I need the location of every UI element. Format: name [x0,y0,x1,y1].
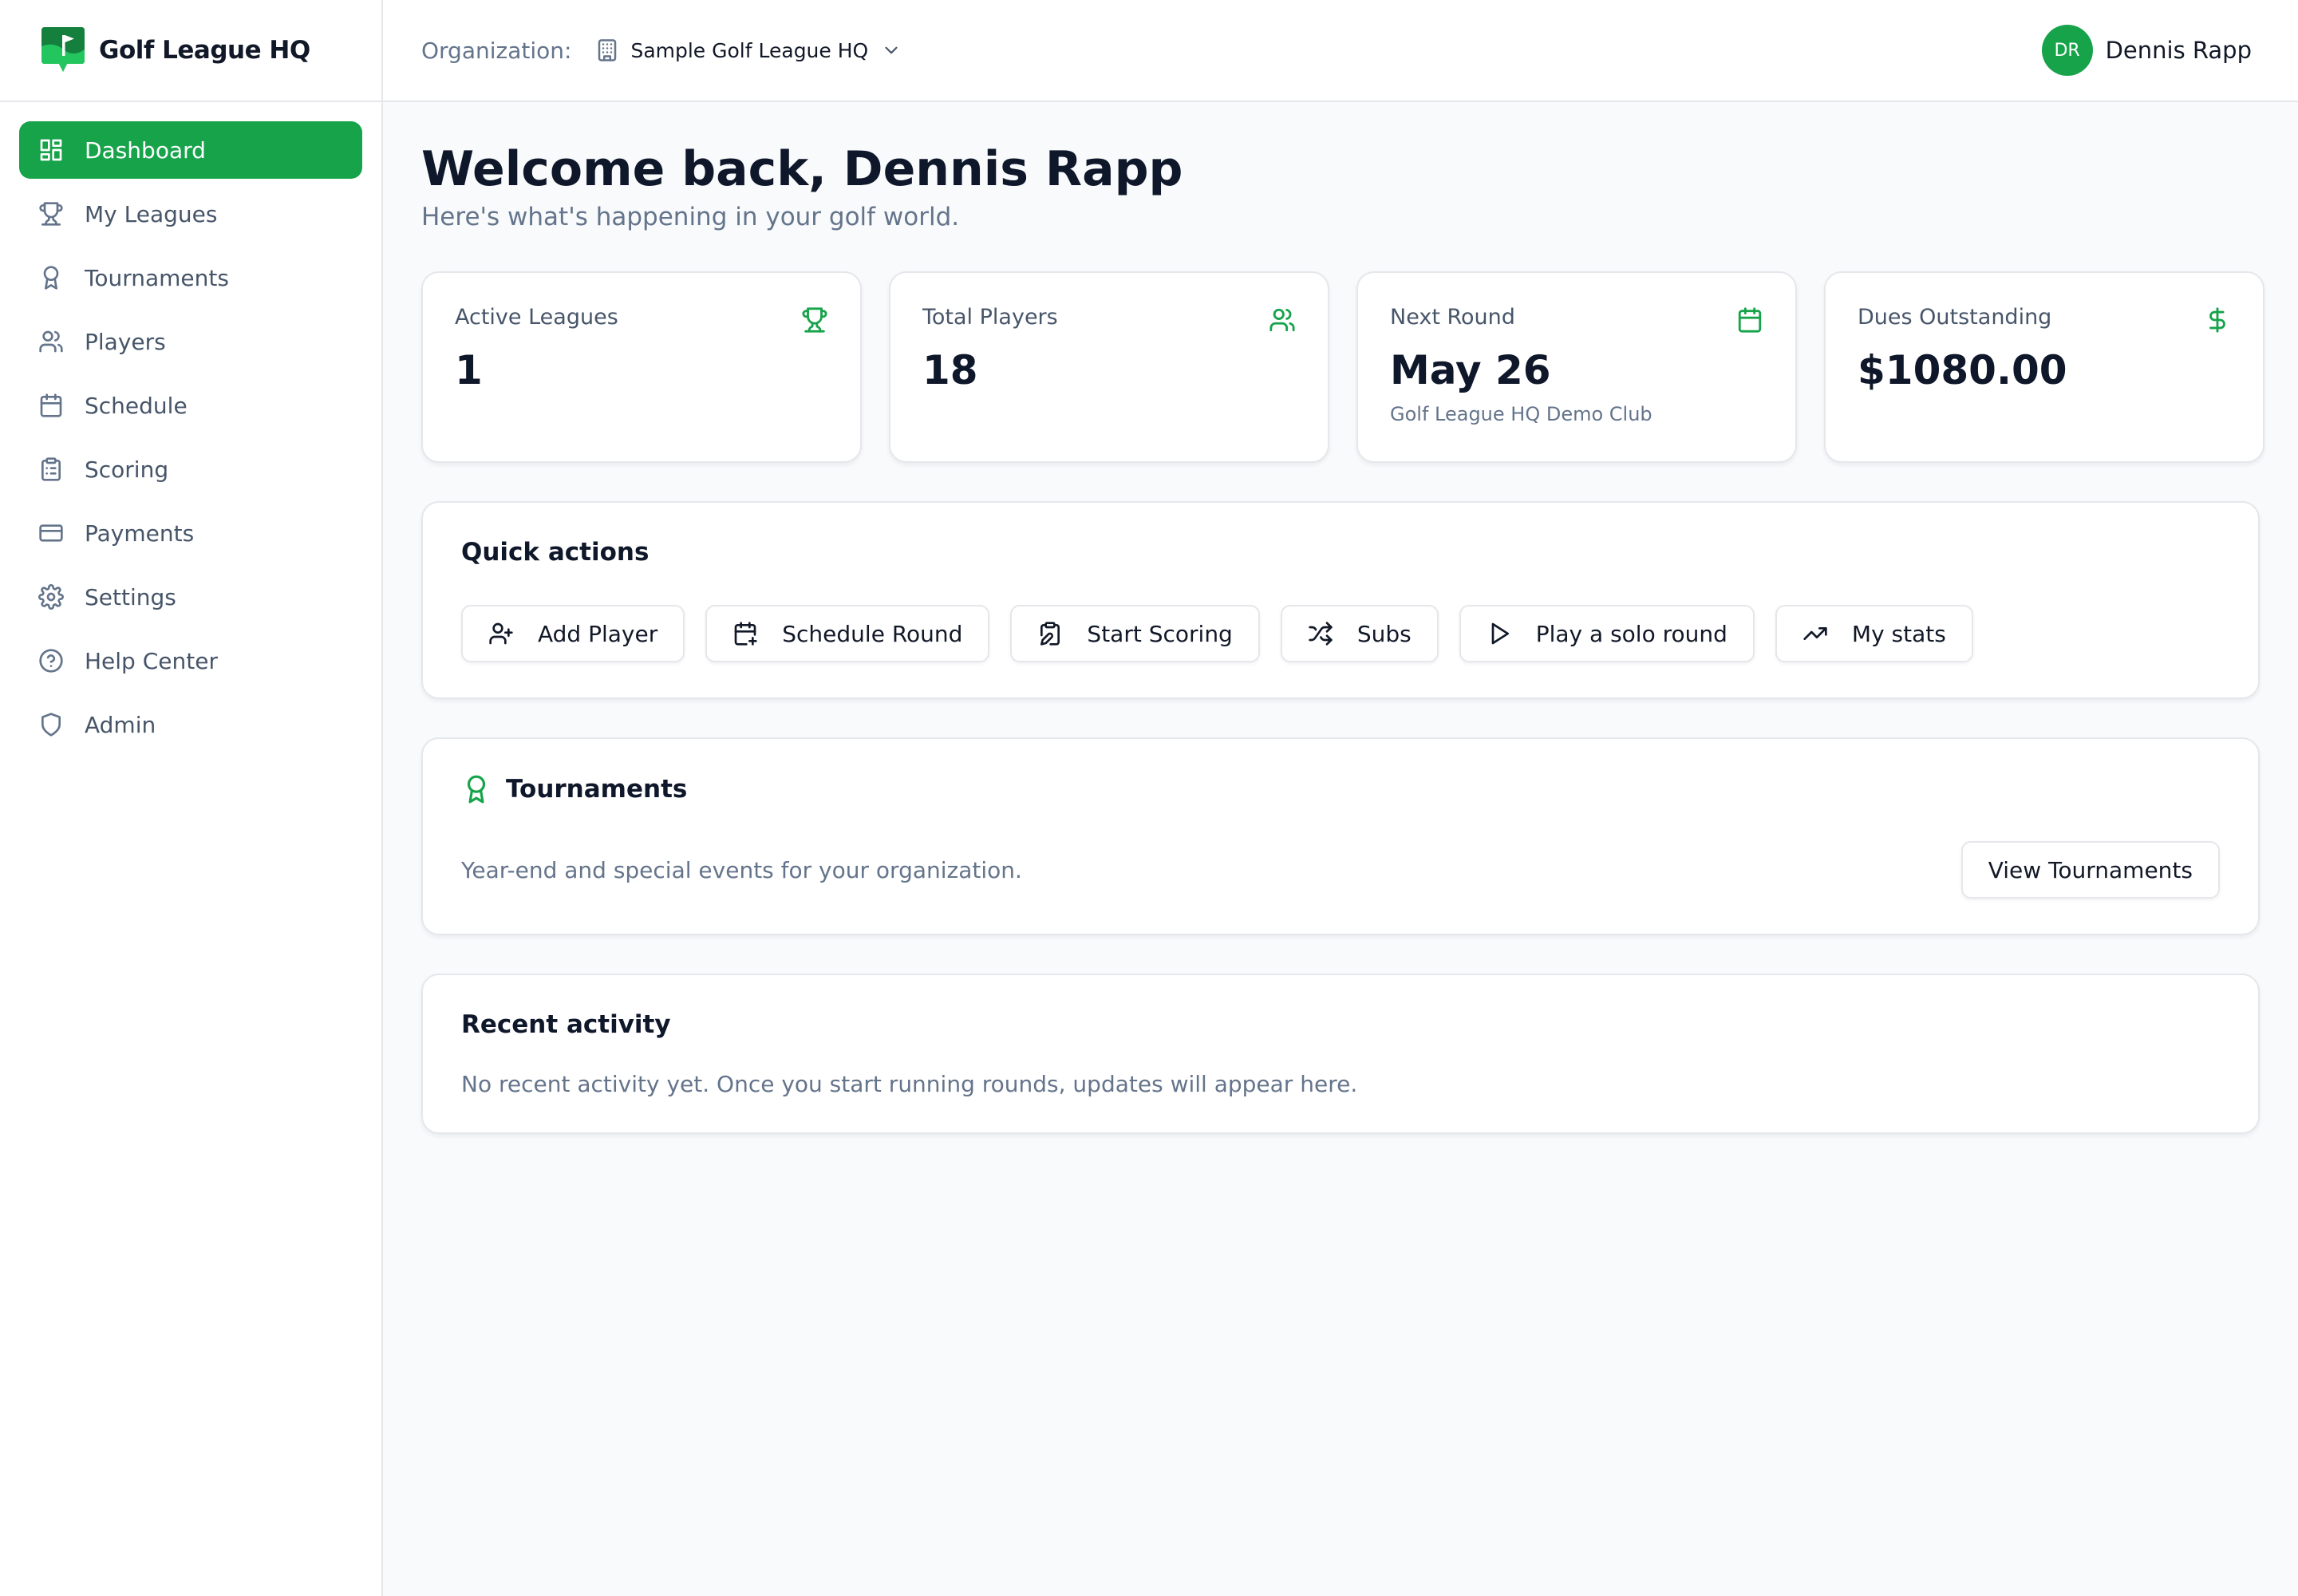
organization-picker: Organization: Sample Golf League HQ [421,38,902,64]
sidebar-item-admin[interactable]: Admin [19,696,362,753]
user-name: Dennis Rapp [2105,37,2252,64]
recent-activity-panel: Recent activity No recent activity yet. … [421,974,2260,1134]
stat-value: May 26 [1390,347,1551,393]
clipboard-icon [38,456,64,482]
shield-icon [38,712,64,737]
credit-card-icon [38,520,64,546]
brand[interactable]: Golf League HQ [0,0,381,102]
sidebar-item-label: Schedule [85,392,188,419]
clipboard-pen-icon [1037,621,1063,646]
sidebar-item-players[interactable]: Players [19,313,362,370]
my-stats-button[interactable]: My stats [1775,605,1973,662]
quick-actions-list: Add Player Schedule Round Start Scoring [461,605,2220,662]
user-menu[interactable]: DR Dennis Rapp [2041,25,2252,76]
stat-label: Next Round [1390,305,1515,330]
sidebar-item-label: Settings [85,583,176,610]
trophy-icon [38,201,64,227]
sidebar-item-my-leagues[interactable]: My Leagues [19,185,362,243]
stat-card-next-round: Next Round May 26 Golf League HQ Demo Cl… [1356,271,1797,463]
sidebar: Golf League HQ Dashboard My Leagues Tour… [0,0,383,1596]
view-tournaments-button[interactable]: View Tournaments [1960,841,2220,899]
avatar: DR [2041,25,2093,76]
dashboard-icon [38,137,64,163]
organization-label: Organization: [421,37,572,64]
stat-card-total-players: Total Players 18 [889,271,1329,463]
start-scoring-button[interactable]: Start Scoring [1010,605,1260,662]
user-plus-icon [488,621,514,646]
page-subtitle: Here's what's happening in your golf wor… [421,203,960,231]
sidebar-item-label: Admin [85,711,156,738]
tournaments-panel: Tournaments Year-end and special events … [421,737,2260,935]
sidebar-nav: Dashboard My Leagues Tournaments Players [0,102,381,779]
help-circle-icon [38,648,64,674]
sidebar-item-label: Tournaments [85,264,229,291]
subs-button[interactable]: Subs [1280,605,1439,662]
stat-value: 1 [455,347,483,393]
schedule-round-button[interactable]: Schedule Round [705,605,990,662]
recent-activity-title: Recent activity [461,1010,671,1039]
button-label: Start Scoring [1087,620,1233,647]
calendar-icon [1736,306,1763,334]
tournaments-header: Tournaments [461,774,2220,804]
stat-value: $1080.00 [1858,347,2067,393]
button-label: Subs [1356,620,1412,647]
chevron-down-icon [881,40,902,61]
sidebar-item-label: Payments [85,519,195,547]
users-icon [38,329,64,354]
quick-actions-title: Quick actions [461,538,650,567]
stat-card-dues-outstanding: Dues Outstanding $1080.00 [1824,271,2264,463]
dollar-icon [2204,306,2231,334]
quick-actions-panel: Quick actions Add Player Schedule Round [421,501,2260,699]
calendar-icon [38,393,64,418]
tournaments-description: Year-end and special events for your org… [461,856,1022,883]
recent-activity-empty-text: No recent activity yet. Once you start r… [461,1071,1358,1097]
dashboard-content: Welcome back, Dennis Rapp Here's what's … [383,102,2298,1134]
brand-name: Golf League HQ [99,36,310,65]
flag-logo-icon [38,26,88,75]
main-area: Organization: Sample Golf League HQ DR D… [383,0,2298,1596]
sidebar-item-payments[interactable]: Payments [19,504,362,562]
tournaments-row: Year-end and special events for your org… [461,841,2220,899]
sidebar-item-dashboard[interactable]: Dashboard [19,121,362,179]
building-icon [595,38,619,62]
sidebar-item-label: My Leagues [85,200,218,227]
button-label: Schedule Round [782,620,963,647]
trending-up-icon [1802,621,1828,646]
award-icon [38,265,64,290]
button-label: Add Player [538,620,658,647]
sidebar-item-help-center[interactable]: Help Center [19,632,362,689]
stat-card-active-leagues: Active Leagues 1 [421,271,862,463]
award-icon [461,774,492,804]
stat-label: Active Leagues [455,305,618,330]
stat-label: Total Players [922,305,1058,330]
stats-row: Active Leagues 1 Total Players 18 Next R… [421,271,2264,463]
sidebar-item-label: Help Center [85,647,218,674]
sidebar-item-label: Dashboard [85,136,206,164]
stat-subtext: Golf League HQ Demo Club [1390,403,1652,425]
app-root: Golf League HQ Dashboard My Leagues Tour… [0,0,2298,1596]
organization-select[interactable]: Sample Golf League HQ [595,38,902,62]
button-label: My stats [1851,620,1946,647]
add-player-button[interactable]: Add Player [461,605,685,662]
play-icon [1487,621,1512,646]
organization-value: Sample Golf League HQ [630,38,869,62]
top-bar: Organization: Sample Golf League HQ DR D… [383,0,2298,102]
users-icon [1269,306,1296,334]
calendar-plus-icon [732,621,758,646]
trophy-icon [801,306,828,334]
button-label: Play a solo round [1535,620,1727,647]
sidebar-item-schedule[interactable]: Schedule [19,377,362,434]
sidebar-item-settings[interactable]: Settings [19,568,362,626]
sidebar-item-tournaments[interactable]: Tournaments [19,249,362,306]
gear-icon [38,584,64,610]
play-solo-round-button[interactable]: Play a solo round [1459,605,1755,662]
stat-value: 18 [922,347,978,393]
sidebar-item-label: Scoring [85,456,169,483]
sidebar-item-label: Players [85,328,166,355]
shuffle-icon [1308,621,1333,646]
stat-label: Dues Outstanding [1858,305,2052,330]
tournaments-title: Tournaments [506,775,688,804]
sidebar-item-scoring[interactable]: Scoring [19,440,362,498]
page-title: Welcome back, Dennis Rapp [421,141,1183,197]
